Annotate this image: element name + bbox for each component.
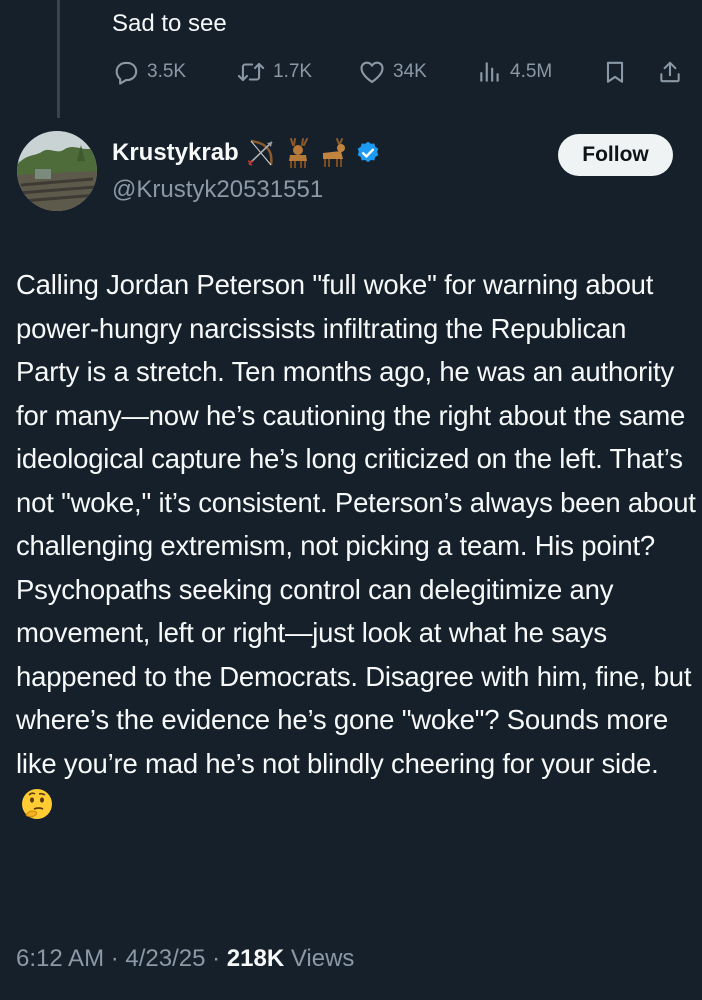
follow-button[interactable]: Follow [558, 134, 673, 176]
share-icon [660, 61, 680, 83]
reply-icon [115, 61, 138, 85]
previous-tweet-text: Sad to see [112, 10, 227, 37]
meta-separator-2: · [205, 945, 227, 972]
views-chart-icon [480, 62, 499, 82]
tweet-body: Calling Jordan Peterson "full woke" for … [16, 263, 696, 829]
share-button[interactable] [657, 56, 683, 88]
like-button[interactable]: 34K [358, 56, 427, 88]
views-count: 4.5M [510, 61, 553, 82]
repost-button[interactable]: 1.7K [236, 56, 312, 88]
tweet-time[interactable]: 6:12 AM [16, 945, 104, 972]
deer-emoji-icon-2 [322, 138, 345, 167]
like-count: 34K [393, 61, 427, 82]
avatar-landscape-image [17, 131, 97, 211]
reply-count: 3.5K [147, 61, 187, 82]
repost-icon [237, 62, 265, 82]
tweet-date[interactable]: 4/23/25 [125, 945, 205, 972]
author-handle[interactable]: @Krustyk20531551 [112, 176, 323, 204]
avatar[interactable] [17, 131, 97, 211]
author-display-name[interactable]: Krustykrab [112, 139, 239, 167]
tweet-views-count: 218K [226, 945, 285, 972]
thinking-face-emoji-icon [22, 789, 52, 819]
previous-tweet-action-bar: 3.5K 1.7K 34K 4.5M [112, 56, 692, 88]
heart-icon [360, 61, 384, 83]
bookmark-icon [606, 61, 624, 83]
meta-separator: · [104, 945, 126, 972]
repost-count: 1.7K [273, 61, 313, 82]
tweet-views-label: Views [290, 945, 355, 972]
tweet-metadata: 6:12 AM · 4/23/25 · 218K Views [16, 945, 354, 973]
tweet-body-text: Calling Jordan Peterson "full woke" for … [16, 269, 696, 779]
author-name-row: Krustykrab [112, 137, 381, 169]
verified-badge-icon [357, 141, 379, 163]
bow-and-arrow-emoji-icon [247, 139, 273, 166]
reply-button[interactable]: 3.5K [112, 56, 186, 88]
thread-connector-line [57, 0, 60, 118]
views-button[interactable]: 4.5M [477, 56, 552, 88]
deer-emoji-icon [288, 138, 308, 168]
bookmark-button[interactable] [602, 56, 628, 88]
